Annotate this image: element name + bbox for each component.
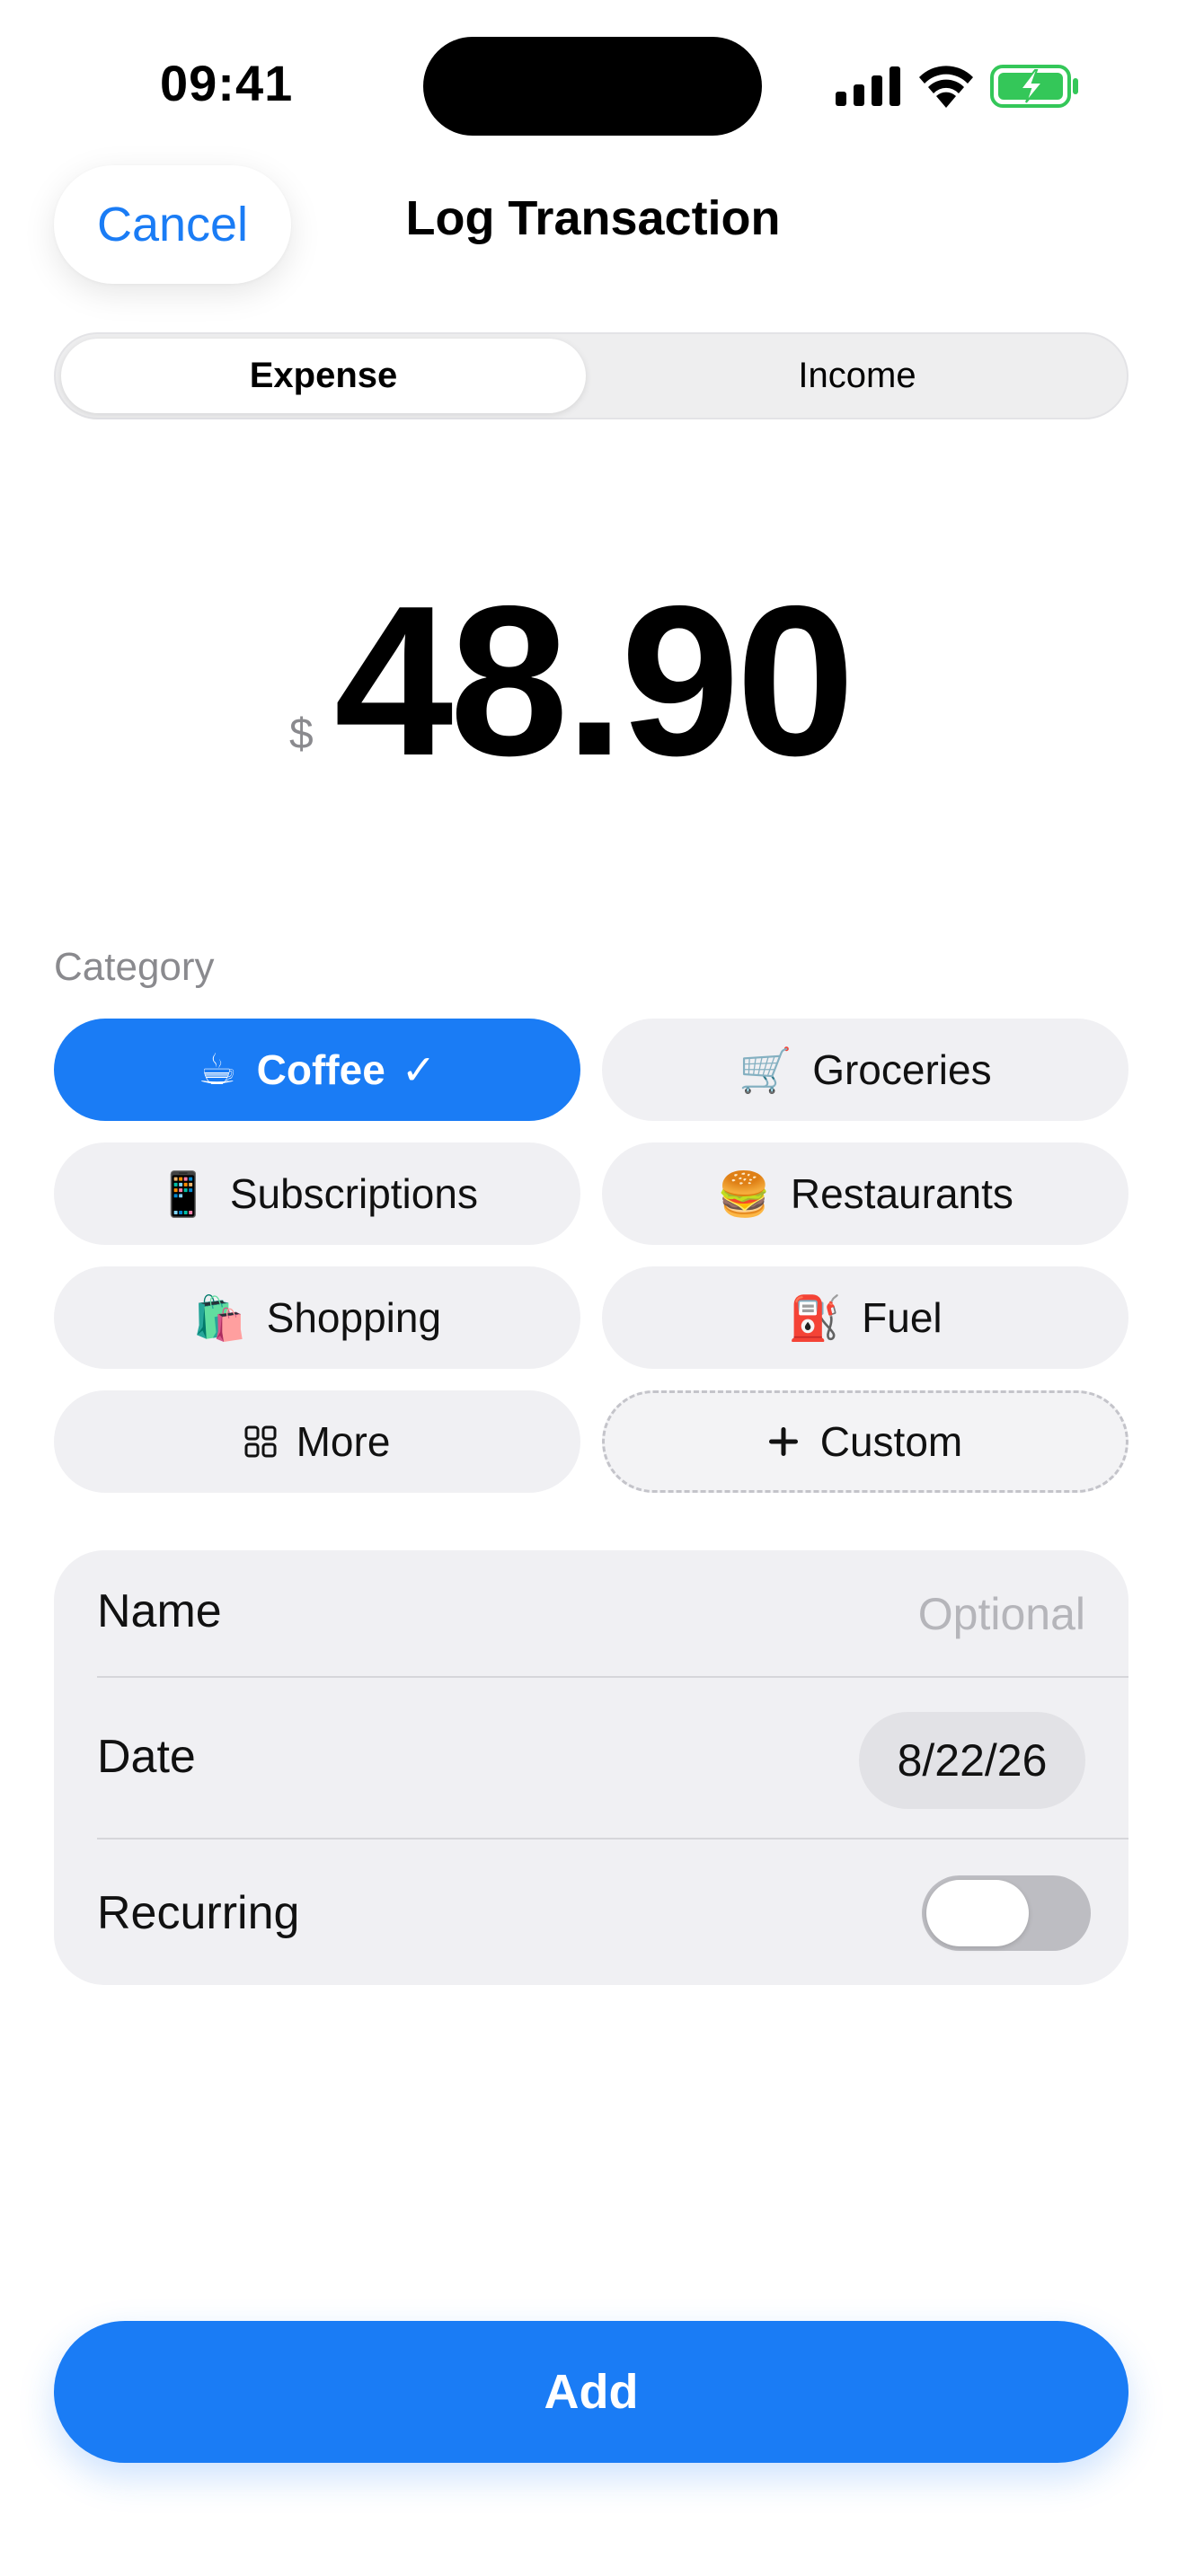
category-chip-label: Fuel [862, 1294, 943, 1341]
category-chip-custom[interactable]: Custom [602, 1390, 1128, 1493]
segment-expense[interactable]: Expense [61, 339, 586, 413]
category-chip-label: Restaurants [790, 1170, 1013, 1217]
transaction-type-segmented-control: Expense Income [54, 332, 1128, 419]
category-chip-more[interactable]: More [54, 1390, 580, 1493]
mobile-phone-icon: 📱 [156, 1170, 210, 1219]
name-field[interactable] [708, 1588, 1085, 1640]
category-chip-label: Shopping [266, 1294, 442, 1341]
burger-icon: 🍔 [717, 1170, 771, 1219]
category-chip-subscriptions[interactable]: 📱 Subscriptions [54, 1142, 580, 1245]
category-chip-label: Subscriptions [229, 1170, 478, 1217]
cellular-signal-icon [836, 66, 900, 106]
category-chip-coffee[interactable]: ☕ Coffee ✓ [54, 1019, 580, 1121]
amount-display[interactable]: 48.90 [334, 575, 855, 789]
date-picker-button[interactable]: 8/22/26 [859, 1712, 1085, 1809]
category-chip-fuel[interactable]: ⛽ Fuel [602, 1266, 1128, 1369]
page-title: Log Transaction [405, 191, 781, 245]
add-button[interactable]: Add [54, 2321, 1128, 2463]
divider [97, 1838, 1128, 1839]
shopping-bags-icon: 🛍️ [192, 1294, 247, 1343]
fuel-pump-icon: ⛽ [788, 1294, 843, 1343]
category-chip-label: Groceries [812, 1046, 992, 1093]
segment-income[interactable]: Income [591, 339, 1123, 413]
name-label: Name [97, 1585, 222, 1637]
grid-icon [244, 1425, 277, 1458]
date-label: Date [97, 1731, 196, 1783]
recurring-label: Recurring [97, 1887, 300, 1939]
category-chip-label: More [296, 1418, 391, 1465]
details-form-card: Name Date 8/22/26 Recurring [54, 1550, 1128, 1985]
recurring-toggle[interactable] [922, 1875, 1091, 1951]
coffee-icon: ☕ [198, 1046, 237, 1094]
plus-icon [768, 1427, 798, 1456]
battery-charging-icon [990, 65, 1078, 108]
currency-symbol: $ [289, 710, 314, 758]
dynamic-island [423, 37, 762, 136]
status-time: 09:41 [160, 55, 294, 111]
divider [97, 1676, 1128, 1678]
category-chip-groceries[interactable]: 🛒 Groceries [602, 1019, 1128, 1121]
category-chip-label: Coffee [256, 1046, 385, 1093]
shopping-cart-icon: 🛒 [739, 1046, 793, 1095]
wifi-icon [919, 66, 973, 108]
category-chip-label: Custom [819, 1418, 963, 1465]
category-chip-shopping[interactable]: 🛍️ Shopping [54, 1266, 580, 1369]
category-section-label: Category [54, 945, 215, 989]
checkmark-icon: ✓ [401, 1046, 437, 1093]
toggle-knob [926, 1880, 1029, 1946]
category-chip-restaurants[interactable]: 🍔 Restaurants [602, 1142, 1128, 1245]
log-transaction-screen: 09:41 Cancel Log Transaction Expense Inc… [0, 0, 1186, 2576]
